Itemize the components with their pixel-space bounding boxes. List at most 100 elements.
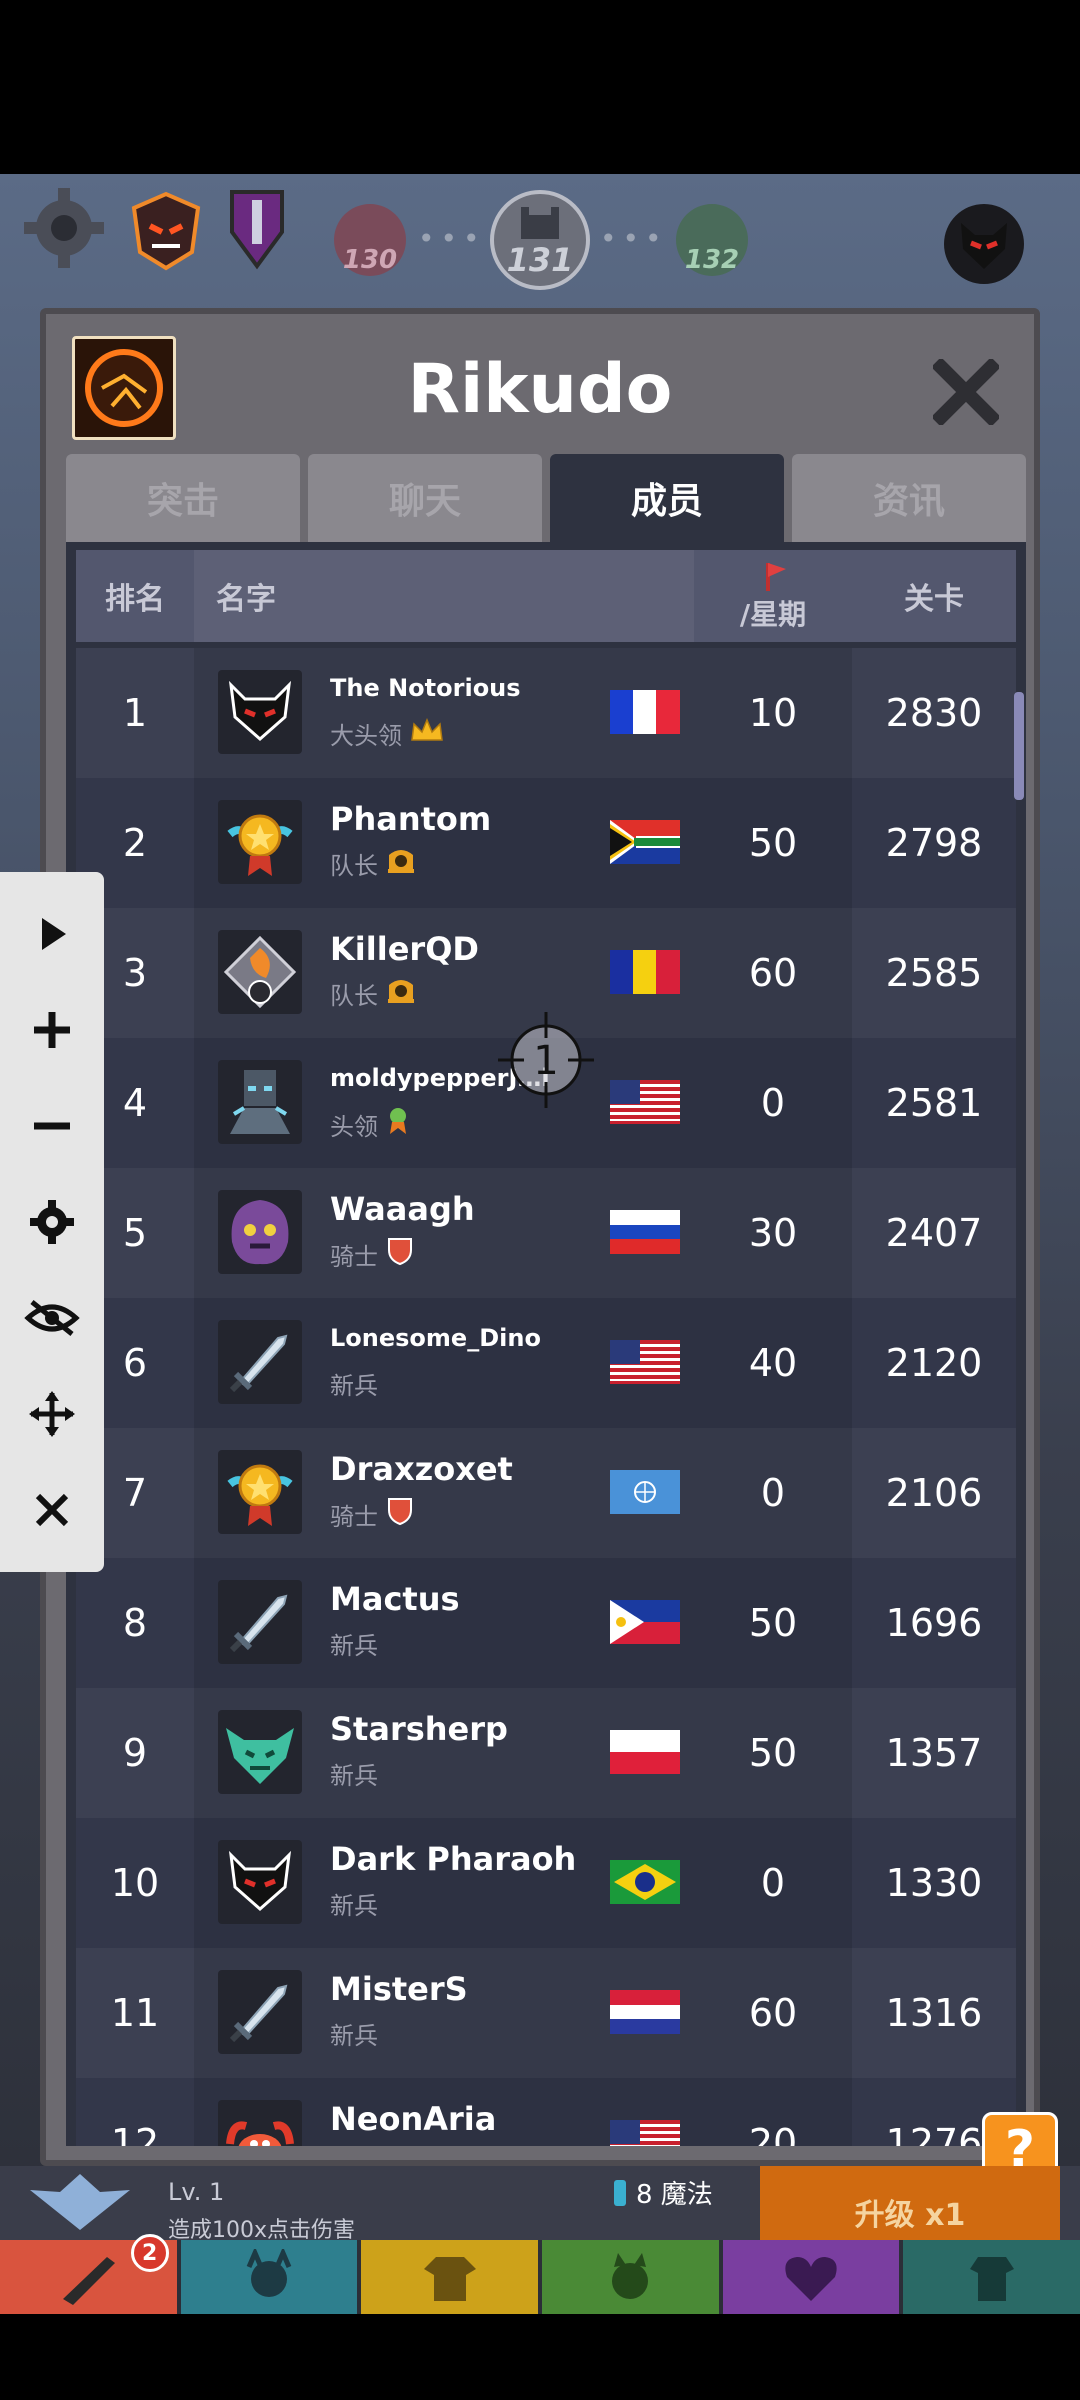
screen: 130 ••• 131 ••• 132 Rikudo 突击 聊天 成员 资讯 排… xyxy=(0,0,1080,2400)
member-role-label: 新兵 xyxy=(330,1372,378,1400)
tab-chat[interactable]: 聊天 xyxy=(308,454,542,542)
member-name: Waaagh xyxy=(330,1190,475,1228)
play-button[interactable] xyxy=(22,904,82,964)
viking-icon xyxy=(246,2249,292,2297)
stage-current-label: 131 xyxy=(506,241,574,279)
move-button[interactable] xyxy=(22,1384,82,1444)
knight-avatar-icon xyxy=(218,1060,302,1144)
table-row[interactable]: 5 Waaagh 骑士 30 2407 xyxy=(76,1168,1016,1298)
table-row[interactable]: 10 Dark Pharaoh 新兵 0 1330 xyxy=(76,1818,1016,1948)
skill-level: Lv. 1 xyxy=(168,2178,225,2206)
hide-button[interactable] xyxy=(22,1288,82,1348)
pet-icon xyxy=(612,2253,649,2299)
member-level: 2830 xyxy=(885,691,983,735)
zoom-in-button[interactable] xyxy=(22,1000,82,1060)
eye-off-icon xyxy=(24,1300,80,1336)
table-row[interactable]: 9 Starsherp 新兵 50 1357 xyxy=(76,1688,1016,1818)
upgrade-button[interactable]: 升级 x1 xyxy=(760,2166,1060,2240)
table-row[interactable]: 7 Draxzoxet 骑士 0 2106 xyxy=(76,1428,1016,1558)
tab-info[interactable]: 资讯 xyxy=(792,454,1026,542)
minus-icon xyxy=(34,1122,70,1130)
tab-heroes[interactable] xyxy=(180,2240,358,2314)
header-level[interactable]: 关卡 xyxy=(852,550,1016,642)
close-panel-button[interactable] xyxy=(928,354,1004,430)
member-weekly: 0 xyxy=(694,1818,852,1948)
table-row[interactable]: 6 Lonesome_Dino 新兵 40 2120 xyxy=(76,1298,1016,1428)
stage-node-next[interactable]: 132 xyxy=(676,204,748,276)
heart-wing-icon xyxy=(785,2257,837,2301)
member-weekly: 60 xyxy=(694,908,852,1038)
zoom-out-button[interactable] xyxy=(22,1096,82,1156)
member-role: 大头领 xyxy=(330,716,444,751)
table-row[interactable]: 2 Phantom 队长 50 2798 xyxy=(76,778,1016,908)
header-name[interactable]: 名字 xyxy=(194,550,694,642)
close-toolbar-button[interactable] xyxy=(22,1480,82,1540)
tab-pets[interactable] xyxy=(542,2240,719,2314)
table-header: 排名 名字 /星期 关卡 xyxy=(76,550,1016,642)
crown-badge-icon xyxy=(410,717,444,750)
table-row[interactable]: 8 Mactus 新兵 50 1696 xyxy=(76,1558,1016,1688)
member-weekly: 0 xyxy=(694,1038,852,1168)
member-role-label: 头领 xyxy=(330,1112,378,1141)
notification-badge: 2 xyxy=(130,2234,169,2272)
tab-members[interactable]: 成员 xyxy=(550,454,784,542)
table-body: 1 The Notorious 大头领 10 2830 2 Phantom 队长 50 2798 3… xyxy=(76,648,1016,2146)
member-weekly: 50 xyxy=(694,1688,852,1818)
header-week-label: /星期 xyxy=(739,598,807,631)
bottom-bar: Lv. 1 造成100x点击伤害 8 魔法 升级 x1 2 xyxy=(0,2166,1080,2314)
member-name-cell: Starsherp 新兵 xyxy=(194,1688,694,1818)
un-flag-icon xyxy=(610,1470,680,1514)
tab-shop[interactable] xyxy=(903,2240,1080,2314)
stage-prev-label: 130 xyxy=(342,245,398,275)
header-rank[interactable]: 排名 xyxy=(76,550,194,642)
table-row[interactable]: 1 The Notorious 大头领 10 2830 xyxy=(76,648,1016,778)
member-role-label: 新兵 xyxy=(330,1892,378,1920)
medal-avatar-icon xyxy=(218,1450,302,1534)
stage-node-current[interactable]: 131 xyxy=(490,190,590,290)
member-name: Mactus xyxy=(330,1580,460,1618)
table-row[interactable]: 12 NeonAria 20 1276 xyxy=(76,2078,1016,2146)
member-level: 1330 xyxy=(885,1861,983,1905)
header-week[interactable]: /星期 xyxy=(694,550,852,642)
clan-panel: Rikudo 突击 聊天 成员 资讯 排名 名字 /星期 关卡 1 The Not… xyxy=(40,308,1040,2166)
member-rank: 2 xyxy=(122,821,148,865)
mana-cost-label: 8 魔法 xyxy=(636,2180,713,2210)
tab-equipment[interactable] xyxy=(361,2240,539,2314)
settings-button[interactable] xyxy=(22,1192,82,1252)
tab-sword[interactable]: 2 xyxy=(0,2234,177,2314)
goblin-avatar-icon xyxy=(218,1710,302,1794)
shield-sword-icon[interactable] xyxy=(222,182,292,274)
top-bar: 130 ••• 131 ••• 132 xyxy=(0,174,1080,309)
panel-tabs: 突击 聊天 成员 资讯 xyxy=(66,454,1026,542)
stage-node-prev[interactable]: 130 xyxy=(334,204,406,276)
member-level: 2407 xyxy=(885,1211,983,1255)
table-scrollbar[interactable] xyxy=(1014,692,1024,800)
usa-flag-icon xyxy=(610,1080,680,1124)
member-rank: 12 xyxy=(110,2121,160,2146)
member-rank: 1 xyxy=(122,691,148,735)
monster-avatar-icon xyxy=(218,1190,302,1274)
tab-raid[interactable]: 突击 xyxy=(66,454,300,542)
shield-badge-icon xyxy=(386,1496,414,1532)
members-table: 排名 名字 /星期 关卡 1 The Notorious 大头领 10 2830 2 Pha… xyxy=(66,542,1026,2146)
member-weekly: 50 xyxy=(694,778,852,908)
stage-dots-right: ••• xyxy=(600,222,668,255)
raid-boss-icon[interactable] xyxy=(120,182,212,274)
sword-avatar-icon xyxy=(218,1970,302,2054)
table-row[interactable]: 11 MisterS 新兵 60 1316 xyxy=(76,1948,1016,2078)
crosshair-cursor[interactable]: 1 xyxy=(498,1012,594,1108)
member-name-cell: The Notorious 大头领 xyxy=(194,648,694,778)
member-role: 队长 xyxy=(330,846,416,881)
skull-badge-icon xyxy=(386,847,416,881)
member-name: Dark Pharaoh xyxy=(330,1840,577,1878)
boss-avatar-icon[interactable] xyxy=(944,204,1024,284)
sword-avatar-icon xyxy=(218,1320,302,1404)
member-name-cell: NeonAria xyxy=(194,2078,694,2146)
settings-gear-icon[interactable] xyxy=(22,186,106,270)
member-weekly: 50 xyxy=(694,1558,852,1688)
member-name-cell: moldypepperJ…i 头领 xyxy=(194,1038,694,1168)
tab-clan[interactable] xyxy=(722,2240,900,2314)
member-role-label: 队长 xyxy=(330,982,378,1010)
member-role: 队长 xyxy=(330,976,416,1011)
member-role: 骑士 xyxy=(330,1496,414,1532)
